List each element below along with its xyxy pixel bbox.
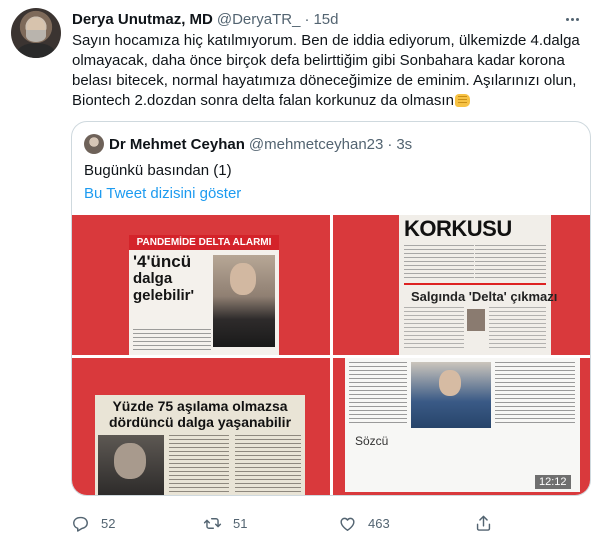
tweet: Derya Unutmaz, MD @DeryaTR_ · 15d Sayın …	[0, 0, 601, 544]
author-avatar[interactable]	[11, 8, 61, 58]
media-photo-2[interactable]: KORKUSU Salgında 'Delta' çıkmazı	[333, 215, 590, 355]
media-photo-3[interactable]: Yüzde 75 aşılama olmazsa dördüncü dalga …	[72, 358, 330, 495]
retweet-icon	[203, 517, 222, 529]
clipping-headline: KORKUSU	[404, 216, 512, 241]
tweet-text-line: olmayacak, daha önce birçok defa belirtt…	[72, 52, 565, 69]
tweet-text-line-content: Biontech 2.dozdan sonra delta falan kork…	[72, 92, 454, 109]
tweet-timestamp[interactable]: 15d	[313, 11, 338, 28]
author-name[interactable]: Derya Unutmaz, MD	[72, 11, 213, 28]
tweet-text-line-last: Biontech 2.dozdan sonra delta falan kork…	[72, 91, 592, 111]
more-options-icon[interactable]	[560, 10, 584, 28]
tweet-text: Sayın hocamıza hiç katılmıyorum. Ben de …	[72, 31, 592, 111]
clipping-portrait	[411, 362, 491, 428]
clipping-subheadline: Salgında 'Delta' çıkmazı	[411, 289, 558, 304]
tweet-text-line: belası bitecek, normal hayatımıza dönece…	[72, 72, 577, 89]
clipping-headline-part: yaşanabilir	[217, 414, 292, 430]
more-dot	[565, 17, 569, 21]
like-button[interactable]: 463	[338, 508, 390, 538]
more-dot	[570, 17, 574, 21]
clipping-headline: Yüzde 75 aşılama olmazsa	[112, 398, 288, 414]
clipping-body-text	[489, 307, 546, 351]
clipping-headline-line-2: dördüncü dalga yaşanabilir	[95, 414, 305, 430]
clipping-divider	[404, 283, 546, 285]
clipping-body-text	[169, 435, 229, 495]
more-dot	[575, 17, 579, 21]
newspaper-clipping: Yüzde 75 aşılama olmazsa dördüncü dalga …	[95, 395, 305, 495]
newspaper-clipping: KORKUSU Salgında 'Delta' çıkmazı	[399, 215, 557, 355]
clipping-banner: PANDEMİDE DELTA ALARMI	[129, 235, 279, 250]
clipping-headline-line: '4'üncü	[133, 252, 192, 271]
clipping-body-text	[133, 329, 211, 351]
clipping-source-label: Sözcü	[355, 434, 389, 448]
quoted-author-name: Dr Mehmet Ceyhan	[109, 135, 245, 153]
clipping-portrait	[213, 255, 275, 347]
media-photo-1[interactable]: PANDEMİDE DELTA ALARMI '4'üncü dalga gel…	[72, 215, 330, 355]
newspaper-clipping: PANDEMİDE DELTA ALARMI '4'üncü dalga gel…	[129, 235, 279, 355]
quoted-tweet-text: Bugünkü basından (1)	[84, 162, 232, 179]
like-count: 463	[368, 515, 390, 531]
header-separator: ·	[304, 10, 310, 28]
clipping-headline-line: gelebilir'	[133, 287, 195, 304]
retweet-count: 51	[233, 515, 248, 531]
quoted-tweet[interactable]: Dr Mehmet Ceyhan @mehmetceyhan23 · 3s Bu…	[71, 121, 591, 496]
clipping-headline: '4'üncü dalga gelebilir'	[133, 253, 211, 304]
show-thread-link[interactable]: Bu Tweet dizisini göster	[84, 184, 241, 204]
clipping-body-text	[404, 245, 546, 281]
clipping-headline-line: dalga	[133, 270, 173, 287]
fist-emoji-icon	[454, 94, 470, 107]
media-grid: PANDEMİDE DELTA ALARMI '4'üncü dalga gel…	[72, 215, 590, 495]
media-photo-4[interactable]: Sözcü 12:12	[333, 358, 590, 495]
quoted-author-handle: @mehmetceyhan23	[248, 135, 384, 153]
avatar-shirt	[17, 43, 55, 58]
clipping-headline-part: dördüncü dalga	[108, 414, 218, 430]
newspaper-clipping: Sözcü 12:12	[345, 358, 580, 492]
tweet-actions: 52 51 463	[71, 508, 591, 538]
quoted-tweet-timestamp: 3s	[396, 135, 413, 153]
reply-button[interactable]: 52	[71, 508, 115, 538]
clipping-body-text	[495, 362, 575, 426]
avatar-beard	[26, 30, 46, 42]
reply-icon	[73, 516, 88, 532]
quoted-author-avatar	[84, 134, 104, 154]
share-button[interactable]	[474, 508, 493, 538]
clipping-body-text	[349, 362, 407, 426]
quoted-tweet-header: Dr Mehmet Ceyhan @mehmetceyhan23 · 3s	[84, 134, 412, 154]
tweet-header: Derya Unutmaz, MD @DeryaTR_ · 15d	[72, 9, 338, 29]
clipping-portrait	[467, 309, 485, 331]
clipping-body-text	[404, 307, 464, 351]
retweet-button[interactable]: 51	[203, 508, 247, 538]
quoted-header-separator: ·	[387, 135, 393, 153]
heart-icon	[340, 517, 355, 531]
clipping-time-stamp: 12:12	[535, 475, 571, 489]
clipping-portrait	[98, 435, 164, 495]
author-handle[interactable]: @DeryaTR_	[217, 11, 301, 28]
reply-count: 52	[101, 515, 116, 531]
share-icon	[476, 515, 491, 531]
clipping-body-text	[235, 435, 301, 495]
tweet-text-line: Sayın hocamıza hiç katılmıyorum. Ben de …	[72, 32, 580, 49]
